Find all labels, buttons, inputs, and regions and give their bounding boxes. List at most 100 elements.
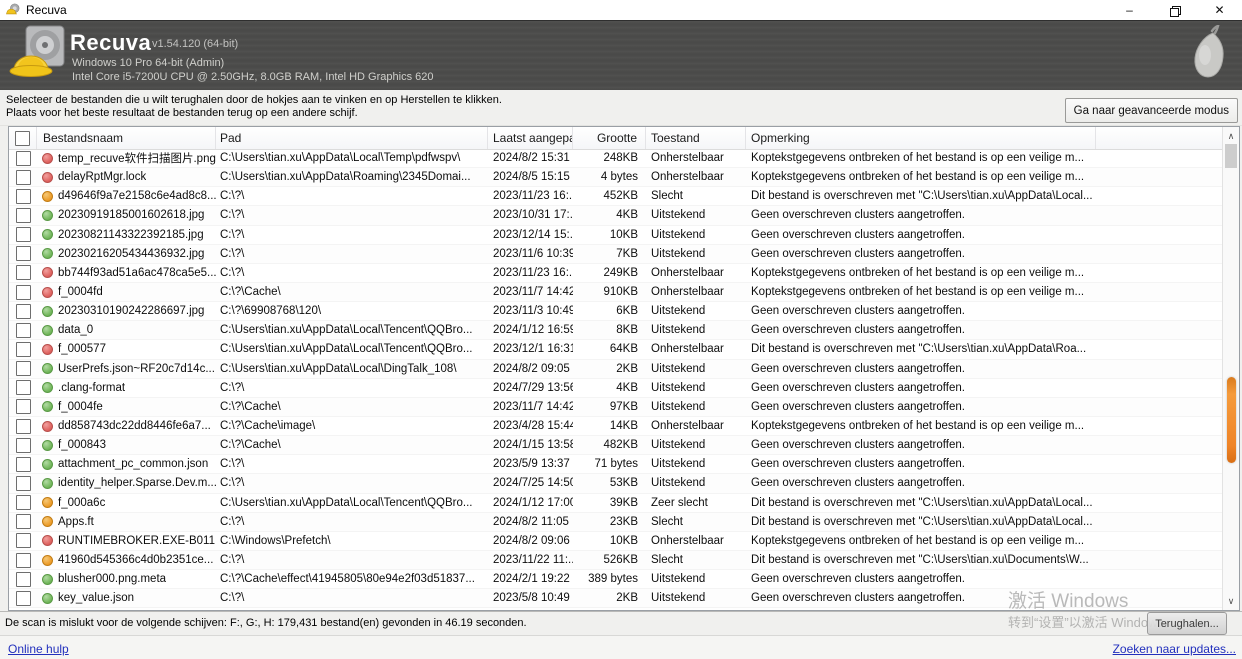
row-checkbox[interactable] <box>16 591 31 606</box>
recover-button[interactable]: Terughalen... <box>1147 612 1227 635</box>
table-row[interactable]: identity_helper.Sparse.Dev.m...C:\?\2024… <box>9 474 1222 493</box>
scrollbar-thumb[interactable] <box>1225 144 1237 168</box>
row-checkbox[interactable] <box>16 208 31 223</box>
table-row[interactable]: 20230310190242286697.jpgC:\?\69908768\12… <box>9 302 1222 321</box>
file-size: 53KB <box>573 477 646 489</box>
file-path: C:\?\ <box>216 229 488 241</box>
table-row[interactable]: delayRptMgr.lockC:\Users\tian.xu\AppData… <box>9 168 1222 187</box>
status-dot-icon <box>42 363 53 374</box>
app-version: v1.54.120 (64-bit) <box>152 38 238 50</box>
close-button[interactable]: ✕ <box>1197 0 1242 20</box>
header-select-all[interactable] <box>9 127 37 149</box>
file-size: 482KB <box>573 439 646 451</box>
row-checkbox[interactable] <box>16 227 31 242</box>
table-header: Bestandsnaam Pad Laatst aangepa... Groot… <box>9 127 1239 150</box>
table-row[interactable]: key_value.jsonC:\?\2023/5/8 10:492KBUits… <box>9 589 1222 608</box>
table-row[interactable]: f_0004feC:\?\Cache\2023/11/7 14:4297KBUi… <box>9 398 1222 417</box>
table-row[interactable]: dd858743dc22dd8446fe6a7...C:\?\Cache\ima… <box>9 417 1222 436</box>
table-row[interactable]: temp_recuve软件扫描图片.pngC:\Users\tian.xu\Ap… <box>9 149 1222 168</box>
column-header-grootte[interactable]: Grootte <box>573 127 646 149</box>
select-all-checkbox[interactable] <box>15 131 30 146</box>
row-checkbox[interactable] <box>16 189 31 204</box>
table-row[interactable]: UserPrefs.json~RF20c7d14c...C:\Users\tia… <box>9 360 1222 379</box>
table-row[interactable]: 20230919185001602618.jpgC:\?\2023/10/31 … <box>9 206 1222 225</box>
row-checkbox[interactable] <box>16 323 31 338</box>
row-checkbox[interactable] <box>16 457 31 472</box>
table-row[interactable]: 20230216205434436932.jpgC:\?\2023/11/6 1… <box>9 245 1222 264</box>
file-size: 526KB <box>573 554 646 566</box>
file-condition: Slecht <box>646 190 746 202</box>
file-size: 4 bytes <box>573 171 646 183</box>
column-header-toestand[interactable]: Toestand <box>646 127 746 149</box>
row-checkbox[interactable] <box>16 151 31 166</box>
status-dot-icon <box>42 421 53 432</box>
file-name: f_000843 <box>58 439 106 451</box>
scroll-up-icon[interactable]: ∧ <box>1223 128 1239 144</box>
advanced-mode-button[interactable]: Ga naar geavanceerde modus <box>1065 98 1238 123</box>
status-dot-icon <box>42 382 53 393</box>
row-checkbox[interactable] <box>16 399 31 414</box>
file-modified: 2023/11/7 14:42 <box>488 401 573 413</box>
file-size: 7KB <box>573 248 646 260</box>
table-row[interactable]: blusher000.png.metaC:\?\Cache\effect\419… <box>9 570 1222 589</box>
table-row[interactable]: f_0004fdC:\?\Cache\2023/11/7 14:42910KBO… <box>9 283 1222 302</box>
table-row[interactable]: 41960d545366c4d0b2351ce...C:\?\2023/11/2… <box>9 551 1222 570</box>
row-checkbox[interactable] <box>16 495 31 510</box>
pear-icon <box>1190 25 1230 87</box>
file-modified: 2023/12/14 15:... <box>488 229 573 241</box>
table-row[interactable]: 20230821143322392185.jpg C:\?\2023/12/14 … <box>9 226 1222 245</box>
table-row[interactable]: d49646f9a7e2158c6e4ad8c8...C:\?\2023/11/… <box>9 187 1222 206</box>
scroll-down-icon[interactable]: ∨ <box>1223 593 1239 609</box>
row-checkbox[interactable] <box>16 553 31 568</box>
file-path: C:\Users\tian.xu\AppData\Local\Tencent\Q… <box>216 324 488 336</box>
file-size: 10KB <box>573 535 646 547</box>
row-checkbox[interactable] <box>16 380 31 395</box>
restore-button[interactable] <box>1152 0 1197 20</box>
table-row[interactable]: f_000577C:\Users\tian.xu\AppData\Local\T… <box>9 340 1222 359</box>
file-modified: 2024/7/29 13:56 <box>488 382 573 394</box>
status-dot-icon <box>42 325 53 336</box>
file-name: UserPrefs.json~RF20c7d14c... <box>58 363 215 375</box>
row-checkbox[interactable] <box>16 170 31 185</box>
row-checkbox[interactable] <box>16 342 31 357</box>
table-row[interactable]: data_0C:\Users\tian.xu\AppData\Local\Ten… <box>9 321 1222 340</box>
table-row[interactable]: f_000a6cC:\Users\tian.xu\AppData\Local\T… <box>9 494 1222 513</box>
row-checkbox[interactable] <box>16 246 31 261</box>
file-size: 2KB <box>573 363 646 375</box>
file-name: 20230821143322392185.jpg <box>58 229 204 241</box>
row-checkbox[interactable] <box>16 419 31 434</box>
table-row[interactable]: .clang-formatC:\?\2024/7/29 13:564KBUits… <box>9 379 1222 398</box>
column-header-pad[interactable]: Pad <box>216 127 488 149</box>
column-header-bestandsnaam[interactable]: Bestandsnaam <box>37 127 216 149</box>
recuva-window: Recuva – ✕ Recuva v1.54.120 (64-bit) Win… <box>0 0 1242 659</box>
row-checkbox[interactable] <box>16 361 31 376</box>
check-updates-link[interactable]: Zoeken naar updates... <box>1113 642 1236 656</box>
table-row[interactable]: Apps.ftC:\?\2024/8/2 11:0523KBSlechtDit … <box>9 513 1222 532</box>
table-row[interactable]: f_000843C:\?\Cache\2024/1/15 13:58482KBU… <box>9 436 1222 455</box>
minimize-button[interactable]: – <box>1107 0 1152 20</box>
row-checkbox[interactable] <box>16 514 31 529</box>
row-checkbox[interactable] <box>16 438 31 453</box>
file-modified: 2024/8/2 11:05 <box>488 516 573 528</box>
file-condition: Onherstelbaar <box>646 420 746 432</box>
row-checkbox[interactable] <box>16 265 31 280</box>
vertical-scrollbar[interactable]: ∧ ∨ <box>1222 127 1239 610</box>
instruction-line-2: Plaats voor het beste resultaat de besta… <box>6 107 358 119</box>
file-path: C:\Windows\Prefetch\ <box>216 535 488 547</box>
row-checkbox[interactable] <box>16 304 31 319</box>
row-checkbox[interactable] <box>16 533 31 548</box>
table-row[interactable]: RUNTIMEBROKER.EXE-B011...C:\Windows\Pref… <box>9 532 1222 551</box>
file-size: 6KB <box>573 305 646 317</box>
row-checkbox[interactable] <box>16 572 31 587</box>
row-checkbox[interactable] <box>16 285 31 300</box>
file-size: 2KB <box>573 592 646 604</box>
file-modified: 2023/5/8 10:49 <box>488 592 573 604</box>
column-header-laatst-aangepast[interactable]: Laatst aangepa... <box>488 127 573 149</box>
table-row[interactable]: attachment_pc_common.jsonC:\?\2023/5/9 1… <box>9 455 1222 474</box>
table-row[interactable]: bb744f93ad51a6ac478ca5e5...C:\?\2023/11/… <box>9 264 1222 283</box>
online-help-link[interactable]: Online hulp <box>8 642 69 656</box>
file-modified: 2024/8/2 09:05 <box>488 363 573 375</box>
file-path: C:\?\Cache\ <box>216 286 488 298</box>
row-checkbox[interactable] <box>16 476 31 491</box>
column-header-opmerking[interactable]: Opmerking <box>746 127 1096 149</box>
